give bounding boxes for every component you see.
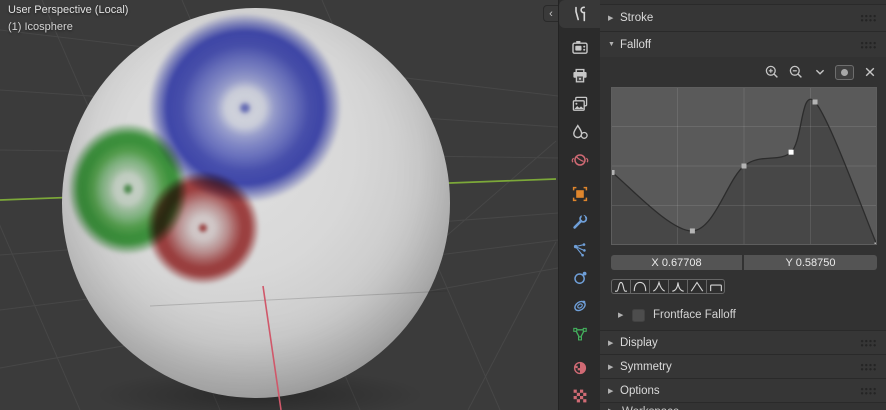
falloff-panel-body: X 0.67708 Y 0.58750 ▶ Frontface Falloff	[600, 57, 886, 331]
properties-panel: ▶ Stroke ▼ Falloff X 0.67708 Y 0.58750 ▶	[600, 0, 886, 410]
object-data-icon	[571, 325, 589, 343]
chevron-right-icon: ▶	[608, 14, 620, 22]
chevron-right-icon: ▶	[608, 363, 620, 371]
panel-header-stroke[interactable]: ▶ Stroke	[600, 4, 886, 32]
sharp-curve-icon	[670, 281, 686, 293]
properties-tab-scene[interactable]	[559, 118, 600, 146]
curve-control-point[interactable]	[690, 228, 695, 233]
chevron-left-icon: ‹	[549, 8, 553, 20]
clipping-dot-icon	[841, 69, 848, 76]
panel-grip-handle[interactable]	[860, 363, 877, 371]
properties-tab-tool[interactable]	[559, 0, 600, 28]
panel-header-workspace-clipped[interactable]: ▶ Workspace	[600, 403, 886, 410]
properties-tab-view-layer[interactable]	[559, 90, 600, 118]
texture-icon	[571, 387, 589, 405]
point-x-field[interactable]: X 0.67708	[611, 255, 742, 270]
frontface-falloff-label: Frontface Falloff	[653, 309, 736, 321]
frontface-falloff-checkbox[interactable]	[632, 309, 645, 322]
physics-icon	[571, 269, 589, 287]
panel-grip-handle[interactable]	[860, 41, 877, 49]
properties-tab-material[interactable]	[559, 354, 600, 382]
output-icon	[571, 67, 589, 85]
viewport-perspective-label: User Perspective (Local)	[8, 4, 128, 17]
panel-label: Stroke	[620, 12, 653, 24]
panel-grip-handle[interactable]	[860, 339, 877, 347]
curve-toolbar	[763, 63, 878, 81]
zoom-in-icon	[764, 64, 780, 80]
use-clipping-toggle[interactable]	[835, 65, 854, 80]
falloff-preset-sphere-button[interactable]	[630, 279, 649, 294]
dropdown-button[interactable]	[811, 64, 828, 81]
view-layer-icon	[571, 95, 589, 113]
panel-header-falloff[interactable]: ▼ Falloff	[600, 32, 886, 57]
falloff-preset-row	[611, 279, 725, 294]
chevron-right-icon: ▶	[608, 387, 620, 395]
chevron-right-icon: ▶	[608, 339, 620, 347]
world-icon	[571, 151, 589, 169]
dropdown-icon	[812, 64, 828, 80]
collapse-region-button[interactable]: ‹	[543, 5, 558, 22]
zoom-in-button[interactable]	[763, 64, 780, 81]
subpanel-frontface-falloff[interactable]: ▶ Frontface Falloff	[600, 303, 886, 327]
panel-label: Display	[620, 337, 658, 349]
properties-tab-bar	[558, 0, 600, 410]
delete-icon	[862, 64, 878, 80]
panel-grip-handle[interactable]	[860, 387, 877, 395]
material-icon	[571, 359, 589, 377]
properties-tab-texture[interactable]	[559, 382, 600, 410]
properties-tab-render[interactable]	[559, 34, 600, 62]
panel-header-display[interactable]: ▶ Display	[600, 331, 886, 355]
delete-button[interactable]	[861, 64, 878, 81]
curve-control-point-selected[interactable]	[789, 150, 794, 155]
properties-tab-object-data[interactable]	[559, 320, 600, 348]
viewport-overlay	[0, 0, 558, 410]
zoom-out-button[interactable]	[787, 64, 804, 81]
root-curve-icon	[651, 281, 667, 293]
zoom-out-icon	[788, 64, 804, 80]
panel-label: Symmetry	[620, 361, 672, 373]
linear-curve-icon	[689, 281, 705, 293]
panel-label: Workspace	[622, 406, 679, 410]
properties-tab-modifiers[interactable]	[559, 208, 600, 236]
falloff-preset-smooth-button[interactable]	[611, 279, 630, 294]
properties-tab-physics[interactable]	[559, 264, 600, 292]
scene-icon	[571, 123, 589, 141]
viewport-3d[interactable]: User Perspective (Local) (1) Icosphere ‹	[0, 0, 558, 410]
panel-grip-handle[interactable]	[860, 14, 877, 22]
properties-tab-world[interactable]	[559, 146, 600, 174]
panel-label: Options	[620, 385, 660, 397]
properties-tab-output[interactable]	[559, 62, 600, 90]
properties-tab-object[interactable]	[559, 180, 600, 208]
curve-control-point[interactable]	[813, 100, 818, 105]
chevron-right-icon: ▶	[618, 311, 632, 319]
falloff-preset-linear-button[interactable]	[687, 279, 706, 294]
chevron-down-icon: ▼	[608, 41, 620, 48]
constant-curve-icon	[708, 281, 724, 293]
constraints-icon	[571, 297, 589, 315]
render-icon	[571, 39, 589, 57]
viewport-object-label: (1) Icosphere	[8, 21, 73, 34]
tool-icon	[571, 5, 589, 23]
panel-label: Falloff	[620, 39, 651, 51]
particles-icon	[571, 241, 589, 259]
point-y-field[interactable]: Y 0.58750	[744, 255, 877, 270]
falloff-preset-constant-button[interactable]	[706, 279, 725, 294]
smooth-curve-icon	[613, 281, 629, 293]
falloff-preset-root-button[interactable]	[649, 279, 668, 294]
falloff-preset-sharp-button[interactable]	[668, 279, 687, 294]
panel-header-options[interactable]: ▶ Options	[600, 379, 886, 403]
falloff-curve-widget[interactable]	[611, 87, 877, 245]
properties-tab-particles[interactable]	[559, 236, 600, 264]
properties-tab-constraints[interactable]	[559, 292, 600, 320]
axis-x-red	[263, 286, 281, 410]
curve-point-coords: X 0.67708 Y 0.58750	[611, 255, 877, 270]
modifiers-icon	[571, 213, 589, 231]
blender-window: User Perspective (Local) (1) Icosphere ‹…	[0, 0, 886, 410]
sphere-curve-icon	[632, 281, 648, 293]
panel-header-symmetry[interactable]: ▶ Symmetry	[600, 355, 886, 379]
curve-control-point[interactable]	[742, 164, 747, 169]
object-icon	[571, 185, 589, 203]
